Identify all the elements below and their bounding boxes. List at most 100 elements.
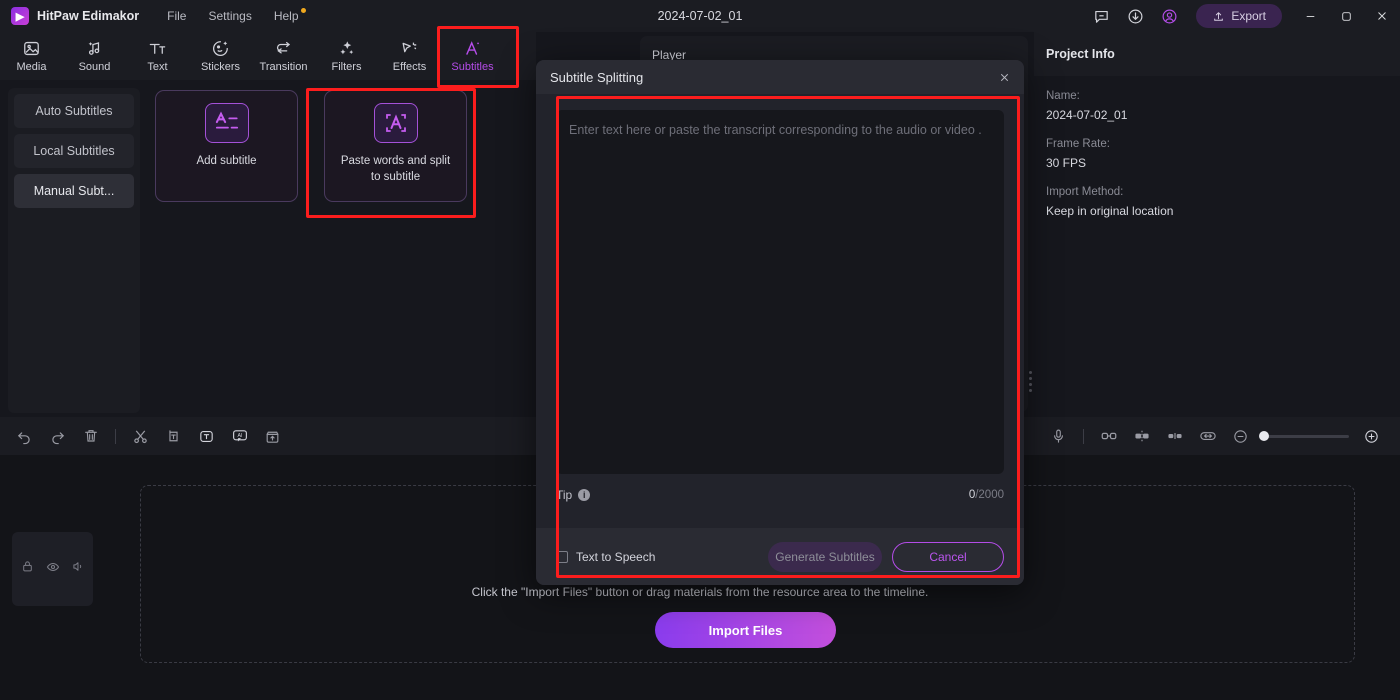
subtitle-card-list: Add subtitle Paste words and split to su… xyxy=(155,90,467,202)
delete-icon[interactable] xyxy=(74,421,107,451)
microphone-icon[interactable] xyxy=(1042,421,1075,451)
import-files-button[interactable]: Import Files xyxy=(655,612,836,648)
tab-text[interactable]: Text xyxy=(126,33,189,79)
add-subtitle-icon xyxy=(204,103,249,143)
tab-sound[interactable]: Sound xyxy=(63,33,126,79)
cancel-button[interactable]: Cancel xyxy=(892,541,1004,572)
subtitle-splitting-dialog: Subtitle Splitting Enter text here or pa… xyxy=(536,60,1024,585)
toolbar-divider xyxy=(115,428,116,444)
sidebar-item-local-subtitles[interactable]: Local Subtitles xyxy=(14,134,134,168)
close-icon[interactable] xyxy=(1364,0,1400,32)
character-max: /2000 xyxy=(975,489,1004,501)
paste-split-card-label: Paste words and split to subtitle xyxy=(340,155,451,183)
tab-subtitles-label: Subtitles xyxy=(451,61,494,73)
paste-split-card[interactable]: Paste words and split to subtitle xyxy=(324,90,467,202)
sidebar-item-auto-subtitles[interactable]: Auto Subtitles xyxy=(14,94,134,128)
tab-transition-label: Transition xyxy=(259,61,308,73)
dialog-body: Enter text here or paste the transcript … xyxy=(536,94,1024,474)
redo-icon[interactable] xyxy=(41,421,74,451)
download-icon[interactable] xyxy=(1118,0,1152,32)
project-info-panel: Project Info Name: 2024-07-02_01 Frame R… xyxy=(1034,32,1400,413)
app-name: HitPaw Edimakor xyxy=(37,9,140,23)
split-icon[interactable] xyxy=(124,421,157,451)
menu-item-help-label: Help xyxy=(273,9,299,23)
text-to-speech-label: Text to Speech xyxy=(576,549,656,564)
tab-stickers[interactable]: Stickers xyxy=(189,33,252,79)
export-button[interactable]: Export xyxy=(1196,4,1282,28)
tab-effects[interactable]: Effects xyxy=(378,33,441,79)
minimize-icon[interactable] xyxy=(1292,0,1328,32)
sidebar-item-manual-subtitles[interactable]: Manual Subt... xyxy=(14,174,134,208)
title-bar: ▶ HitPaw Edimakor File Settings Help 202… xyxy=(0,0,1400,32)
tab-media-label: Media xyxy=(16,61,47,73)
timeline-toolbar-left: AI xyxy=(8,421,289,451)
player-resize-handle[interactable] xyxy=(1029,371,1033,393)
add-subtitle-card-label: Add subtitle xyxy=(196,155,257,167)
dialog-title: Subtitle Splitting xyxy=(550,69,644,85)
title-bar-actions: Export xyxy=(1084,0,1400,32)
tip-label-group: Tip i xyxy=(556,488,591,502)
menu-item-file[interactable]: File xyxy=(167,9,186,23)
media-icon xyxy=(22,39,41,58)
crop-icon[interactable] xyxy=(157,421,190,451)
tab-transition[interactable]: Transition xyxy=(252,33,315,79)
tab-effects-label: Effects xyxy=(392,61,427,73)
subtitles-sidebar: Auto Subtitles Local Subtitles Manual Su… xyxy=(8,88,140,413)
timeline-hint: Click the "Import Files" button or drag … xyxy=(471,585,929,599)
zoom-slider-knob[interactable] xyxy=(1259,431,1269,441)
character-counter: 0/2000 xyxy=(969,489,1004,501)
tab-media[interactable]: Media xyxy=(0,33,63,79)
tab-text-label: Text xyxy=(147,61,168,73)
subtitles-panel: Auto Subtitles Local Subtitles Manual Su… xyxy=(0,80,536,413)
text-to-speech-checkbox[interactable] xyxy=(556,550,568,563)
export-clip-icon[interactable] xyxy=(256,421,289,451)
comment-icon[interactable] xyxy=(1084,0,1118,32)
project-name-key: Name: xyxy=(1046,90,1080,102)
maximize-icon[interactable] xyxy=(1328,0,1364,32)
svg-text:AI: AI xyxy=(237,433,242,439)
subtitles-icon xyxy=(463,39,482,58)
dialog-header: Subtitle Splitting xyxy=(536,60,1024,94)
link-icon[interactable] xyxy=(1092,421,1125,451)
eye-icon[interactable] xyxy=(46,560,60,579)
sound-icon xyxy=(85,39,104,58)
zoom-in-icon[interactable] xyxy=(1355,421,1388,451)
import-method-value: Keep in original location xyxy=(1046,204,1174,218)
tip-label: Tip xyxy=(556,488,573,502)
menu-item-help[interactable]: Help xyxy=(273,8,306,23)
close-icon[interactable] xyxy=(992,66,1016,88)
tab-subtitles[interactable]: Subtitles xyxy=(441,33,504,79)
generate-subtitles-button[interactable]: Generate Subtitles xyxy=(768,541,882,572)
app-window: ▶ HitPaw Edimakor File Settings Help 202… xyxy=(0,0,1400,700)
account-icon[interactable] xyxy=(1152,0,1186,32)
speaker-icon[interactable] xyxy=(72,560,85,578)
info-icon[interactable]: i xyxy=(578,489,591,501)
text-box-icon[interactable] xyxy=(190,421,223,451)
tab-filters[interactable]: Filters xyxy=(315,33,378,79)
tip-row: Tip i 0/2000 xyxy=(536,488,1024,502)
align-split-icon[interactable] xyxy=(1158,421,1191,451)
add-subtitle-card[interactable]: Add subtitle xyxy=(155,90,298,202)
project-info-heading: Project Info xyxy=(1034,32,1400,76)
project-name-value: 2024-07-02_01 xyxy=(1046,108,1128,122)
export-button-label: Export xyxy=(1231,9,1266,23)
menu-item-settings[interactable]: Settings xyxy=(208,9,251,23)
align-center-icon[interactable] xyxy=(1125,421,1158,451)
toolbar-divider-right xyxy=(1083,428,1084,444)
fit-width-icon[interactable] xyxy=(1191,421,1224,451)
ai-icon[interactable]: AI xyxy=(223,421,256,451)
undo-icon[interactable] xyxy=(8,421,41,451)
zoom-slider[interactable] xyxy=(1259,431,1349,441)
effects-icon xyxy=(400,39,419,58)
filters-icon xyxy=(337,39,356,58)
import-method-key: Import Method: xyxy=(1046,186,1124,198)
transition-icon xyxy=(274,39,293,58)
menu-bar: File Settings Help xyxy=(167,8,306,23)
lock-icon[interactable] xyxy=(21,560,34,578)
text-icon xyxy=(148,39,167,58)
stickers-icon xyxy=(211,39,230,58)
timeline-toolbar-right xyxy=(1042,421,1388,451)
dialog-footer: Text to Speech Generate Subtitles Cancel xyxy=(536,528,1024,585)
zoom-out-icon[interactable] xyxy=(1224,421,1257,451)
transcript-input[interactable]: Enter text here or paste the transcript … xyxy=(556,110,1004,474)
